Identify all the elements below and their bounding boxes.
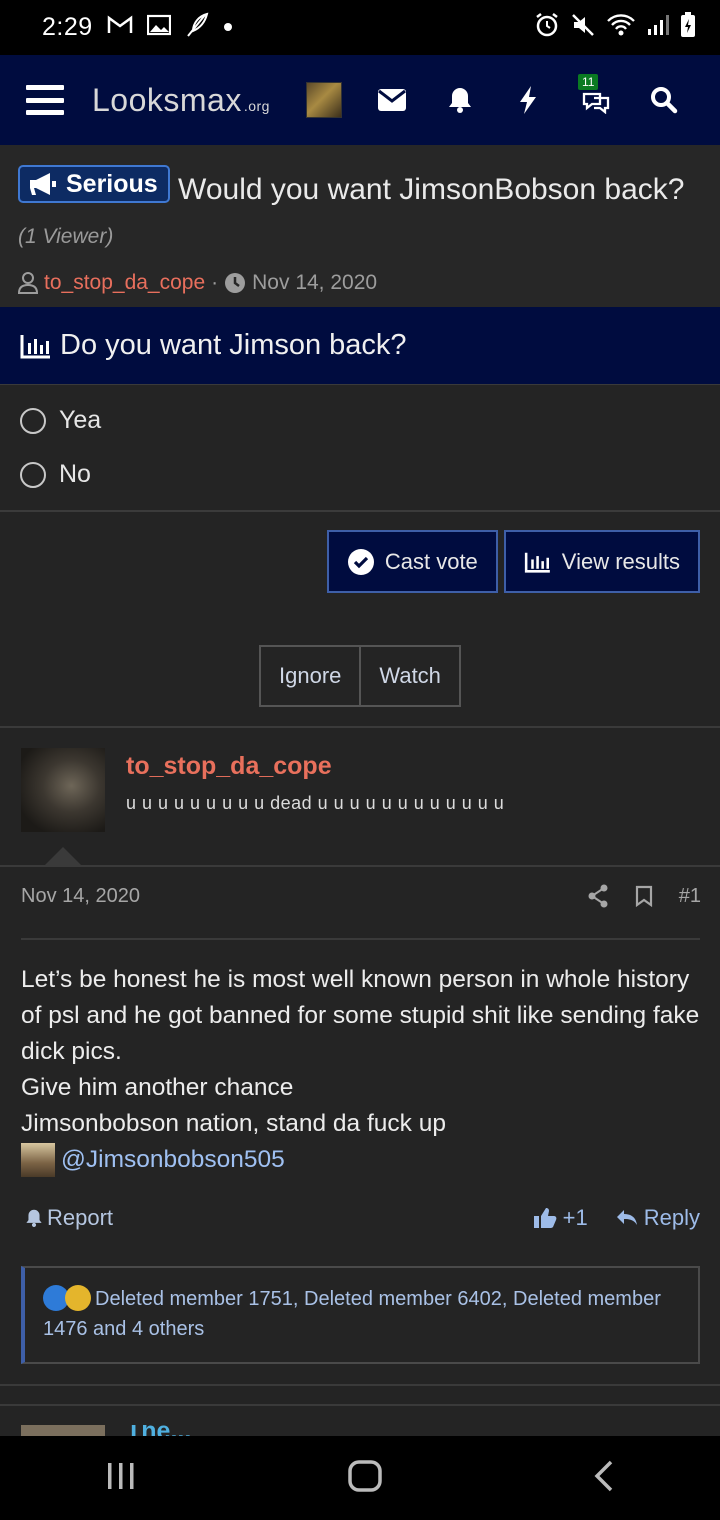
reply-button[interactable]: Reply: [616, 1205, 700, 1231]
divider: [0, 1384, 720, 1386]
post-user-block: to_stop_da_cope u u u u u u u u u dead u…: [21, 748, 504, 832]
poll-option-no[interactable]: No: [20, 460, 91, 489]
thread-header: Serious Would you want JimsonBobson back…: [0, 145, 720, 307]
feather-icon: [185, 12, 209, 43]
menu-icon[interactable]: [26, 85, 64, 115]
home-icon[interactable]: [348, 1459, 382, 1497]
thread-title: Would you want JimsonBobson back?: [178, 173, 685, 206]
post-meta: Nov 14, 2020 #1: [21, 884, 701, 908]
post-line: Let’s be honest he is most well known pe…: [21, 966, 700, 1065]
divider: [21, 938, 700, 940]
post-pointer: [44, 847, 82, 866]
share-icon[interactable]: [587, 884, 609, 908]
post-user-title: u u u u u u u u u dead u u u u u u u u u…: [126, 793, 505, 813]
bell-icon: [26, 1209, 42, 1227]
lightning-icon[interactable]: [494, 70, 562, 130]
poll-chart-icon: [524, 552, 550, 573]
search-icon[interactable]: [630, 70, 698, 130]
next-post-username: The...: [126, 1425, 191, 1436]
check-circle-icon: [347, 548, 374, 575]
gmail-icon: [107, 15, 133, 40]
cast-vote-label: Cast vote: [384, 548, 478, 574]
thread-title-line: Serious Would you want JimsonBobson back…: [18, 165, 702, 259]
meta-separator: ·: [211, 271, 219, 294]
view-results-label: View results: [561, 548, 680, 574]
thread-watch-group: Ignore Watch: [259, 645, 461, 707]
post-line: Jimsonbobson nation, stand da fuck up: [21, 1110, 446, 1137]
user-icon: [18, 272, 38, 294]
status-time: 2:29: [42, 13, 93, 41]
thumbs-up-icon: [533, 1208, 557, 1228]
poll-option-yea[interactable]: Yea: [20, 406, 101, 435]
cast-vote-button[interactable]: Cast vote: [326, 530, 498, 593]
like-button[interactable]: +1: [533, 1205, 588, 1231]
wifi-icon: [606, 13, 636, 42]
thread-prefix-badge[interactable]: Serious: [18, 165, 170, 203]
poll-chart-icon: [20, 334, 50, 358]
next-post-peek: The...: [21, 1425, 271, 1436]
report-button[interactable]: Report: [25, 1205, 113, 1231]
back-icon[interactable]: [593, 1460, 615, 1497]
poll-option-label: Yea: [59, 406, 102, 434]
reactions-bar[interactable]: Deleted member 1751, Deleted member 6402…: [21, 1266, 700, 1364]
signal-icon: [646, 13, 670, 42]
poll-options: Yea No: [0, 386, 720, 512]
gallery-icon: [146, 14, 171, 41]
post-body: Let’s be honest he is most well known pe…: [21, 962, 701, 1178]
post-avatar[interactable]: [21, 748, 105, 832]
like-label: +1: [562, 1205, 588, 1230]
recent-apps-icon[interactable]: [105, 1461, 137, 1496]
site-navbar: Looksmax .org 11: [0, 55, 720, 145]
reply-label: Reply: [643, 1205, 700, 1230]
next-post-avatar: [21, 1425, 105, 1436]
megaphone-icon: [30, 173, 56, 195]
site-logo[interactable]: Looksmax .org: [92, 82, 270, 119]
poll-header: Do you want Jimson back?: [0, 307, 720, 385]
system-navigation-bar: [0, 1436, 720, 1520]
divider: [0, 1404, 720, 1406]
post-username[interactable]: to_stop_da_cope: [126, 752, 504, 781]
post-number[interactable]: #1: [679, 885, 701, 908]
ignore-button[interactable]: Ignore: [261, 647, 359, 705]
logo-suffix: .org: [243, 97, 270, 114]
viewer-count: (1 Viewer): [18, 225, 114, 248]
post-actions: Report +1 Reply: [25, 1205, 700, 1231]
view-results-button[interactable]: View results: [503, 530, 700, 593]
alarm-icon: [534, 12, 560, 43]
poll-option-label: No: [59, 460, 91, 488]
mention-text[interactable]: @Jimsonbobson505: [61, 1142, 285, 1178]
reactions-text: Deleted member 1751, Deleted member 6402…: [43, 1288, 661, 1340]
divider: [0, 865, 720, 867]
radio-no[interactable]: [20, 461, 46, 488]
report-label: Report: [47, 1205, 114, 1230]
radio-yea[interactable]: [20, 407, 46, 434]
post-line: Give him another chance: [21, 1074, 294, 1101]
poll-question: Do you want Jimson back?: [60, 329, 407, 361]
watch-button[interactable]: Watch: [359, 647, 459, 705]
conversations-icon[interactable]: 11: [562, 70, 630, 130]
bookmark-icon[interactable]: [635, 885, 653, 907]
clock-icon: [225, 273, 246, 293]
reply-icon: [616, 1210, 637, 1225]
mute-icon: [570, 12, 596, 43]
logo-text: Looksmax: [92, 81, 242, 118]
mention-avatar: [21, 1143, 55, 1177]
thread-date[interactable]: Nov 14, 2020: [252, 271, 377, 295]
account-avatar[interactable]: [290, 70, 358, 130]
thread-prefix-label: Serious: [66, 170, 158, 198]
post-date[interactable]: Nov 14, 2020: [21, 885, 140, 908]
conversations-badge: 11: [578, 74, 599, 90]
divider: [0, 726, 720, 728]
laugh-reaction-icon: [65, 1285, 91, 1311]
status-bar: 2:29: [0, 0, 720, 55]
user-mention[interactable]: @Jimsonbobson505: [21, 1142, 701, 1178]
thread-meta: to_stop_da_cope · Nov 14, 2020: [18, 271, 702, 295]
thread-author-link[interactable]: to_stop_da_cope: [44, 271, 205, 295]
dot-icon: [223, 19, 233, 37]
inbox-icon[interactable]: [358, 70, 426, 130]
battery-icon: [680, 12, 696, 43]
bell-icon[interactable]: [426, 70, 494, 130]
poll-actions: Cast vote View results: [326, 530, 700, 593]
